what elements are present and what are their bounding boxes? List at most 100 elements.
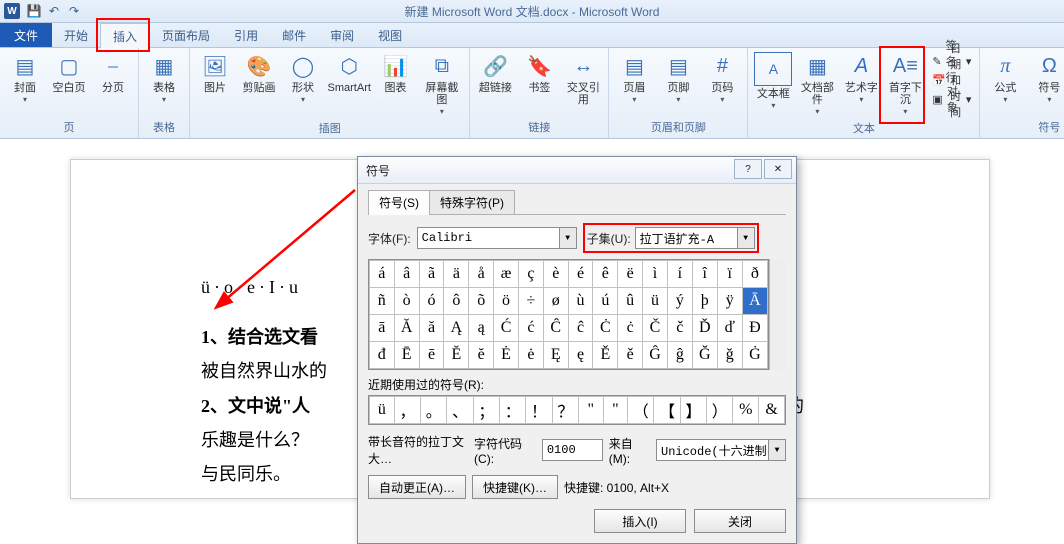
symbol-cell[interactable]: Ğ <box>692 342 717 369</box>
recent-symbol-cell[interactable]: ： <box>500 397 526 424</box>
footer-button[interactable]: ▤页脚▾ <box>657 50 699 106</box>
autocorrect-button[interactable]: 自动更正(A)… <box>368 475 466 499</box>
symbol-grid-scrollbar[interactable] <box>769 259 786 370</box>
chevron-down-icon[interactable]: ▼ <box>737 228 754 248</box>
screenshot-button[interactable]: ⧉屏幕截图▾ <box>418 50 465 118</box>
bookmark-button[interactable]: 🔖书签 <box>518 50 560 96</box>
symbol-cell[interactable]: đ <box>370 342 395 369</box>
symbol-cell[interactable]: ê <box>593 261 618 288</box>
symbol-cell[interactable]: ĉ <box>568 315 593 342</box>
dialog-help-button[interactable]: ? <box>734 159 762 179</box>
symbol-cell[interactable]: Ą <box>444 315 469 342</box>
symbol-cell[interactable]: Č <box>642 315 667 342</box>
symbol-cell[interactable]: ď <box>717 315 742 342</box>
blank-page-button[interactable]: ▢空白页 <box>48 50 90 96</box>
dialog-tab-special[interactable]: 特殊字符(P) <box>429 190 515 215</box>
quickparts-button[interactable]: ▦文档部件▾ <box>796 50 838 118</box>
symbol-cell[interactable]: Ċ <box>593 315 618 342</box>
tab-mail[interactable]: 邮件 <box>270 23 318 47</box>
symbol-cell[interactable]: ğ <box>717 342 742 369</box>
object-button[interactable]: ▣ 对象 ▾ <box>932 90 971 108</box>
page-break-button[interactable]: ⎯分页 <box>92 50 134 96</box>
shapes-button[interactable]: ◯形状▾ <box>282 50 324 106</box>
symbol-cell[interactable]: Ę <box>543 342 568 369</box>
dialog-close-button[interactable]: ✕ <box>764 159 792 179</box>
symbol-cell[interactable]: ü <box>642 288 667 315</box>
symbol-cell[interactable]: Ā <box>742 288 767 315</box>
table-button[interactable]: ▦表格▾ <box>143 50 185 106</box>
symbol-cell[interactable]: ú <box>593 288 618 315</box>
dialog-titlebar[interactable]: 符号 ? ✕ <box>358 157 796 184</box>
dropcap-button[interactable]: A≡首字下沉▾ <box>884 50 926 118</box>
symbol-cell[interactable]: č <box>668 315 693 342</box>
recent-grid[interactable]: ü，。、；：！？""（【】）%& <box>368 395 786 425</box>
symbol-cell[interactable]: ì <box>642 261 667 288</box>
recent-symbol-cell[interactable]: % <box>733 397 759 424</box>
cover-page-button[interactable]: ▤封面▾ <box>4 50 46 106</box>
recent-symbol-cell[interactable]: & <box>759 397 785 424</box>
recent-symbol-cell[interactable]: " <box>579 397 604 424</box>
from-combo[interactable]: Unicode(十六进制) ▼ <box>656 439 786 461</box>
symbol-cell[interactable]: ð <box>742 261 767 288</box>
symbol-cell[interactable]: ę <box>568 342 593 369</box>
symbol-cell[interactable]: Ă <box>394 315 419 342</box>
tab-references[interactable]: 引用 <box>222 23 270 47</box>
undo-icon[interactable]: ↶ <box>46 3 62 19</box>
recent-symbol-cell[interactable]: ü <box>370 397 395 424</box>
symbol-button[interactable]: Ω符号▾ <box>1028 50 1064 106</box>
chevron-down-icon[interactable]: ▼ <box>768 440 785 460</box>
recent-symbol-cell[interactable]: ！ <box>526 397 552 424</box>
symbol-cell[interactable]: ÿ <box>717 288 742 315</box>
recent-symbol-cell[interactable]: " <box>603 397 628 424</box>
symbol-cell[interactable]: ó <box>419 288 444 315</box>
symbol-cell[interactable]: æ <box>494 261 519 288</box>
recent-symbol-cell[interactable]: （ <box>628 397 654 424</box>
symbol-cell[interactable]: ĕ <box>469 342 494 369</box>
symbol-cell[interactable]: ã <box>419 261 444 288</box>
header-button[interactable]: ▤页眉▾ <box>613 50 655 106</box>
symbol-cell[interactable]: Ć <box>494 315 519 342</box>
symbol-cell[interactable]: î <box>692 261 717 288</box>
symbol-cell[interactable]: Ĕ <box>444 342 469 369</box>
recent-symbol-cell[interactable]: ， <box>394 397 420 424</box>
wordart-button[interactable]: A艺术字▾ <box>840 50 882 106</box>
symbol-cell[interactable]: ù <box>568 288 593 315</box>
symbol-cell[interactable]: ē <box>419 342 444 369</box>
symbol-cell[interactable]: û <box>618 288 643 315</box>
subset-combo[interactable]: 拉丁语扩充-A ▼ <box>635 227 755 249</box>
symbol-cell[interactable]: Ě <box>593 342 618 369</box>
dialog-tab-symbols[interactable]: 符号(S) <box>368 190 430 215</box>
tab-home[interactable]: 开始 <box>52 23 100 47</box>
close-button[interactable]: 关闭 <box>694 509 786 533</box>
hyperlink-button[interactable]: 🔗超链接 <box>474 50 516 96</box>
recent-symbol-cell[interactable]: 。 <box>421 397 447 424</box>
chart-button[interactable]: 📊图表 <box>374 50 416 96</box>
tab-layout[interactable]: 页面布局 <box>150 23 222 47</box>
equation-button[interactable]: π公式▾ <box>984 50 1026 106</box>
code-input[interactable]: 0100 <box>542 439 603 461</box>
recent-symbol-cell[interactable]: ； <box>473 397 499 424</box>
symbol-cell[interactable]: ā <box>370 315 395 342</box>
symbol-cell[interactable]: Ĉ <box>543 315 568 342</box>
symbol-cell[interactable]: ą <box>469 315 494 342</box>
symbol-cell[interactable]: ė <box>519 342 544 369</box>
recent-symbol-cell[interactable]: ？ <box>552 397 578 424</box>
symbol-cell[interactable]: í <box>668 261 693 288</box>
crossref-button[interactable]: ↔交叉引用 <box>562 50 604 108</box>
shortcutkey-button[interactable]: 快捷键(K)… <box>472 475 558 499</box>
symbol-cell[interactable]: ç <box>519 261 544 288</box>
symbol-cell[interactable]: ć <box>519 315 544 342</box>
symbol-cell[interactable]: ø <box>543 288 568 315</box>
symbol-cell[interactable]: ě <box>618 342 643 369</box>
recent-symbol-cell[interactable]: 、 <box>447 397 473 424</box>
picture-button[interactable]: 🖼图片 <box>194 50 236 96</box>
symbol-cell[interactable]: ă <box>419 315 444 342</box>
symbol-cell[interactable]: å <box>469 261 494 288</box>
font-combo[interactable]: Calibri ▼ <box>417 227 577 249</box>
symbol-cell[interactable]: þ <box>692 288 717 315</box>
tab-file[interactable]: 文件 <box>0 23 52 47</box>
symbol-cell[interactable]: é <box>568 261 593 288</box>
symbol-cell[interactable]: ÷ <box>519 288 544 315</box>
symbol-cell[interactable]: â <box>394 261 419 288</box>
symbol-cell[interactable]: Đ <box>742 315 767 342</box>
